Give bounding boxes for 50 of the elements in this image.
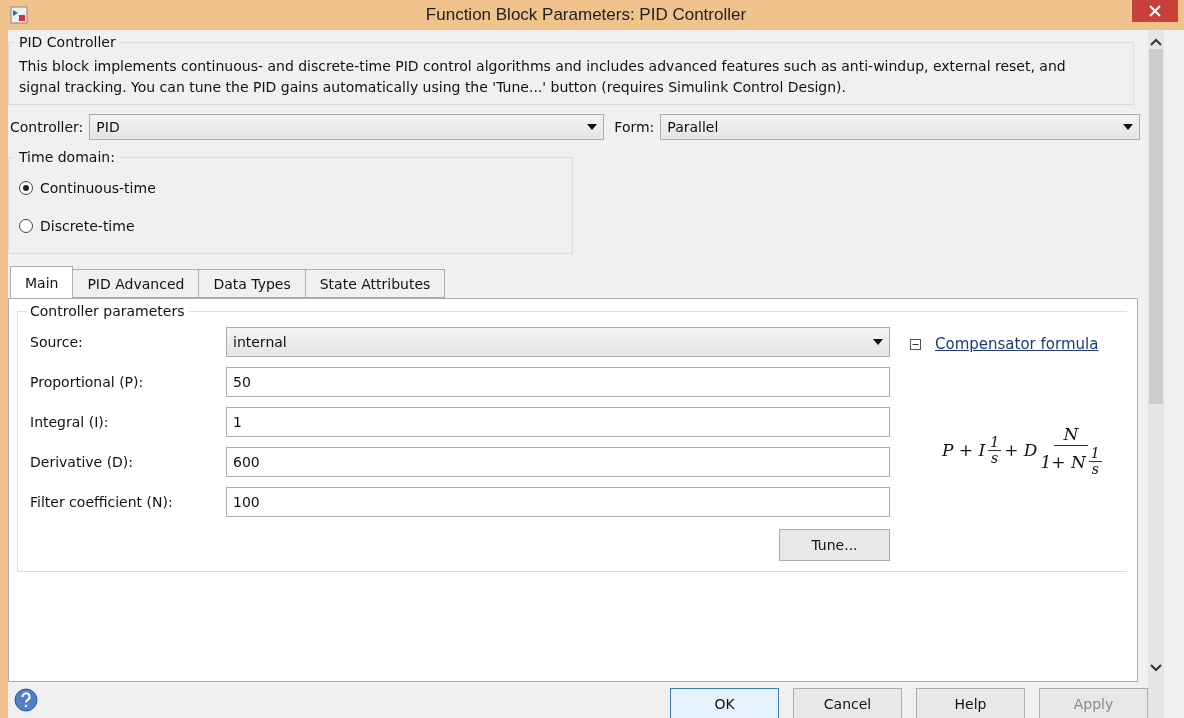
- tab[interactable]: State Attributes: [304, 269, 446, 298]
- formula-term: + D: [1004, 440, 1038, 460]
- dialog-button[interactable]: Cancel: [793, 688, 902, 718]
- scrollbar[interactable]: [1148, 30, 1164, 718]
- block-description: This block implements continuous- and discrete-time PID control algorithms and includes advanced features such as anti-windup, external reset, and signal tracking. You can tune the PID gains automatically using the 'Tune...' button (requires Simulink Control Design).: [19, 57, 1067, 97]
- group-title: Time domain:: [18, 149, 116, 165]
- close-icon: [1149, 5, 1161, 17]
- tab[interactable]: PID Advanced: [72, 269, 200, 298]
- window-title: Function Block Parameters: PID Controller: [424, 5, 748, 25]
- tab[interactable]: Main: [10, 266, 74, 298]
- block-name: PID Controller: [18, 34, 117, 50]
- input-field[interactable]: 1: [226, 407, 890, 437]
- scroll-thumb[interactable]: [1149, 49, 1163, 404]
- field-label: Integral (I):: [30, 414, 110, 430]
- compensator-formula-link[interactable]: Compensator formula: [935, 335, 1099, 353]
- formula-term: 1+ N: [1040, 450, 1086, 473]
- formula-denominator: s: [1091, 462, 1099, 477]
- formula-term: P + I: [942, 440, 986, 460]
- scroll-down-icon[interactable]: [1150, 664, 1162, 672]
- dialog-button[interactable]: Help: [916, 688, 1025, 718]
- app-icon: [10, 6, 28, 24]
- caret-icon: [873, 339, 883, 345]
- caret-icon: [587, 124, 598, 130]
- input-field[interactable]: 600: [226, 447, 890, 477]
- controller-dropdown[interactable]: PID: [89, 114, 605, 140]
- formula-numerator: 1: [988, 434, 1002, 451]
- input-field[interactable]: 50: [226, 367, 890, 397]
- form-dropdown[interactable]: Parallel: [660, 114, 1140, 140]
- close-button[interactable]: [1132, 0, 1178, 22]
- controller-label: Controller:: [9, 119, 85, 135]
- scroll-up-icon[interactable]: [1150, 38, 1162, 46]
- field-label: Filter coefficient (N):: [30, 494, 174, 510]
- radio-option[interactable]: Discrete-time: [19, 207, 562, 245]
- dialog-button[interactable]: OK: [670, 688, 779, 718]
- collapse-icon[interactable]: [910, 338, 921, 350]
- caret-icon: [1123, 124, 1133, 130]
- formula-denominator: s: [991, 450, 999, 466]
- field-label: Proportional (P):: [30, 374, 145, 390]
- form-label: Form:: [613, 119, 656, 135]
- help-icon[interactable]: [14, 688, 38, 712]
- tab[interactable]: Data Types: [198, 269, 306, 298]
- formula-numerator: N: [1053, 423, 1089, 446]
- field-label: Source:: [30, 334, 84, 350]
- field-label: Derivative (D):: [30, 454, 135, 470]
- group-title: Controller parameters: [29, 303, 186, 319]
- tune-button[interactable]: Tune...: [779, 529, 890, 561]
- formula-numerator: 1: [1088, 446, 1102, 462]
- radio-option[interactable]: Continuous-time: [19, 169, 562, 207]
- input-field[interactable]: 100: [226, 487, 890, 517]
- source-dropdown[interactable]: internal: [226, 327, 890, 357]
